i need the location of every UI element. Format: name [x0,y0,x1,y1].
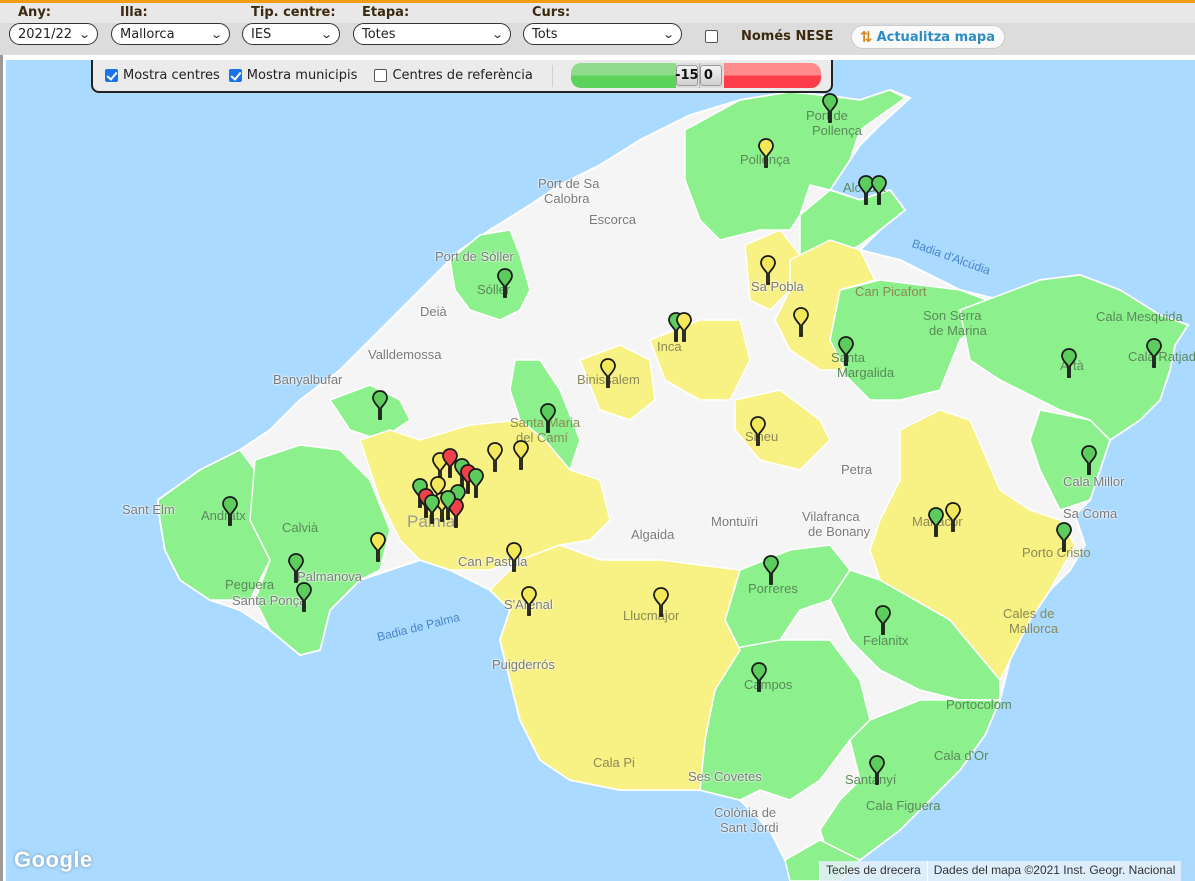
show-municipalities-toggle[interactable]: Mostra municipis [228,68,358,83]
chevron-down-icon: ⌄ [661,27,675,41]
school-pin-green[interactable] [372,390,388,420]
school-pin-green[interactable] [497,268,513,298]
year-filter: Any: 2021/22 ⌄ [9,6,98,45]
school-pin-yellow[interactable] [750,416,766,446]
school-pin-green[interactable] [222,496,238,526]
show-centres-checkbox[interactable] [105,69,118,82]
school-pin-yellow[interactable] [487,442,503,472]
centre-type-value: IES [251,26,272,42]
chevron-down-icon: ⌄ [490,27,504,41]
stage-value: Totes [362,26,396,42]
chevron-down-icon: ⌄ [77,27,91,41]
school-pin-green[interactable] [424,494,440,524]
course-filter: Curs: Tots ⌄ [523,6,682,45]
school-pin-green[interactable] [928,507,944,537]
school-pin-green[interactable] [838,336,854,366]
reference-centres-label: Centres de referència [392,68,533,83]
school-pin-yellow[interactable] [793,307,809,337]
school-pin-yellow[interactable] [760,255,776,285]
school-pin-green[interactable] [288,553,304,583]
reference-centres-checkbox[interactable] [374,69,388,82]
left-border [0,55,3,881]
show-centres-toggle[interactable]: Mostra centres [105,68,220,83]
reference-centres-toggle[interactable]: Centres de referència [374,68,533,83]
slider-high-handle[interactable]: 0 [699,65,722,86]
island-value: Mallorca [120,26,175,42]
centre-type-select[interactable]: IES ⌄ [242,23,340,45]
course-value: Tots [532,26,558,42]
school-pin-green[interactable] [751,662,767,692]
map-svg [156,88,1190,881]
update-map-button[interactable]: ⇅ Actualitza mapa [851,25,1005,49]
course-select[interactable]: Tots ⌄ [523,23,682,45]
show-municipalities-label: Mostra municipis [246,68,358,83]
slider-low-handle[interactable]: -15 [675,65,699,86]
nese-label: Només NESE [741,29,834,44]
stage-label: Etapa: [362,5,410,20]
update-map-label: Actualitza mapa [876,29,995,45]
map-data-credit: Dades del mapa ©2021 Inst. Geogr. Nacion… [926,861,1182,881]
show-centres-label: Mostra centres [123,68,220,83]
centre-type-filter: Tip. centre: IES ⌄ [242,6,340,45]
year-select[interactable]: 2021/22 ⌄ [9,23,98,45]
school-pin-yellow[interactable] [600,358,616,388]
school-pin-green[interactable] [540,403,556,433]
school-pin-green[interactable] [822,93,838,123]
map-canvas[interactable]: Port dePollençaPollençaAlcúdiaPort de Sa… [6,60,1195,881]
refresh-icon: ⇅ [860,28,873,46]
school-pin-yellow[interactable] [945,502,961,532]
year-label: Any: [18,5,51,20]
school-pin-yellow[interactable] [521,586,537,616]
school-pin-green[interactable] [1146,338,1162,368]
school-pin-green[interactable] [468,468,484,498]
school-pin-green[interactable] [1081,445,1097,475]
year-value: 2021/22 [18,26,73,42]
island-label: Illa: [120,5,148,20]
map-attribution: Tecles de drecera Dades del mapa ©2021 I… [819,861,1182,881]
nese-checkbox[interactable] [705,30,718,43]
school-pin-yellow[interactable] [506,542,522,572]
school-pin-green[interactable] [1056,522,1072,552]
course-label: Curs: [532,5,571,20]
school-pin-yellow[interactable] [370,532,386,562]
school-pin-green[interactable] [875,605,891,635]
island-select[interactable]: Mallorca ⌄ [111,23,230,45]
school-pin-yellow[interactable] [676,312,692,342]
school-pin-green[interactable] [1061,348,1077,378]
school-pin-yellow[interactable] [513,440,529,470]
map-control-panel: Mostra centres Mostra municipis Centres … [91,60,833,93]
chevron-down-icon: ⌄ [209,27,223,41]
slider-red-range [723,63,821,88]
range-slider[interactable]: -15 0 [570,63,821,88]
school-pin-green[interactable] [763,555,779,585]
school-pin-yellow[interactable] [758,138,774,168]
divider [551,64,553,87]
school-pin-green[interactable] [869,755,885,785]
school-pin-green[interactable] [440,490,456,520]
island-filter: Illa: Mallorca ⌄ [111,6,230,45]
keyboard-shortcuts-link[interactable]: Tecles de drecera [819,861,927,881]
show-municipalities-checkbox[interactable] [228,69,242,82]
school-pin-green[interactable] [871,175,887,205]
school-pin-yellow[interactable] [653,587,669,617]
chevron-down-icon: ⌄ [319,27,333,41]
nese-filter: Només NESE [705,29,833,44]
school-pin-green[interactable] [296,582,312,612]
stage-filter: Etapa: Totes ⌄ [353,6,511,45]
google-logo: Google [14,847,93,872]
centre-type-label: Tip. centre: [251,5,336,20]
stage-select[interactable]: Totes ⌄ [353,23,511,45]
slider-green-range [570,63,676,88]
